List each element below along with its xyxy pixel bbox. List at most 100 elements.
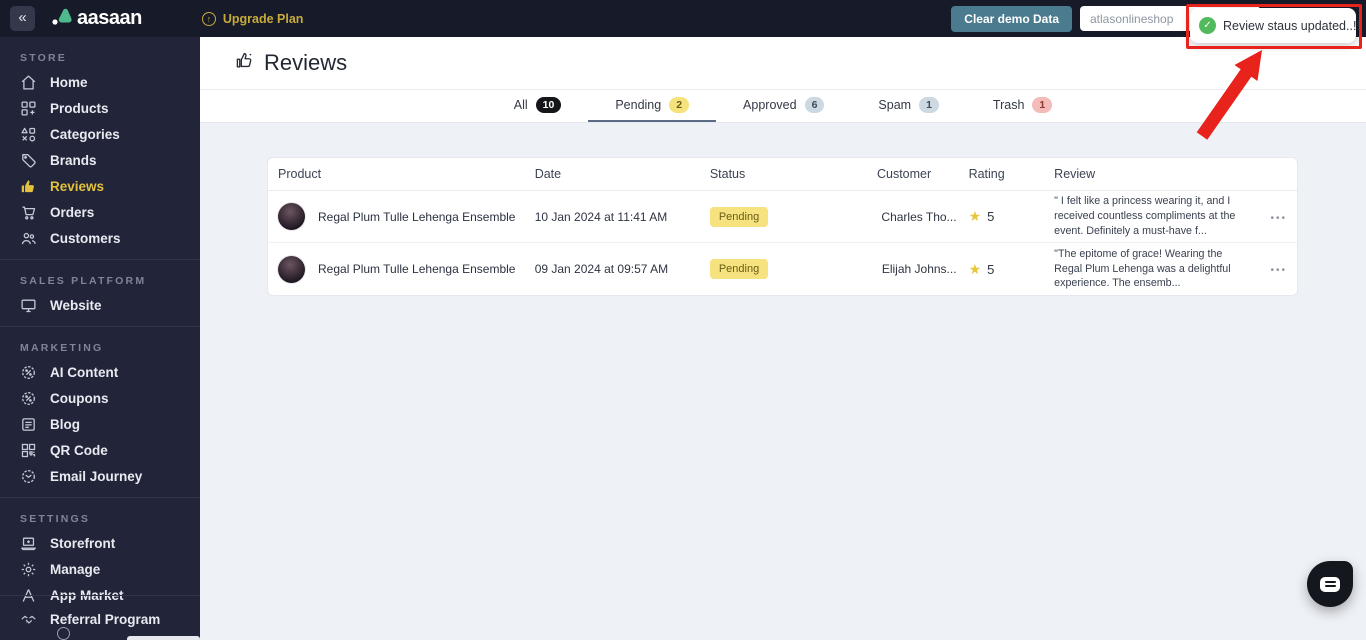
- sidebar-item-label: Referral Program: [50, 612, 160, 627]
- sidebar-collapse-button[interactable]: «: [10, 6, 35, 31]
- section-label: SETTINGS: [0, 504, 200, 530]
- column-header-date: Date: [535, 167, 710, 181]
- sidebar-item-brands[interactable]: Brands: [0, 147, 200, 173]
- upgrade-plan-button[interactable]: ↑ Upgrade Plan: [202, 12, 304, 26]
- top-bar: « aasaan ↑ Upgrade Plan Clear demo Data: [0, 0, 1366, 37]
- customers-icon: [20, 230, 37, 247]
- sidebar-item-qr-code[interactable]: QR Code: [0, 437, 200, 463]
- upgrade-label: Upgrade Plan: [223, 12, 304, 26]
- sidebar-item-coupons[interactable]: Coupons: [0, 385, 200, 411]
- sidebar-item-customers[interactable]: Customers: [0, 225, 200, 251]
- table-header-row: Product Date Status Customer Rating Revi…: [268, 158, 1297, 191]
- sidebar-item-blog[interactable]: Blog: [0, 411, 200, 437]
- tab-label: Pending: [615, 98, 661, 112]
- column-header-review: Review: [1054, 167, 1253, 181]
- product-name: Regal Plum Tulle Lehenga Ensemble: [318, 262, 515, 276]
- gear-icon: [20, 561, 37, 578]
- chat-widget-button[interactable]: [1307, 561, 1353, 607]
- sidebar-item-ai-content[interactable]: AI Content: [0, 359, 200, 385]
- sidebar-item-storefront[interactable]: Storefront: [0, 530, 200, 556]
- date-cell: 09 Jan 2024 at 09:57 AM: [535, 262, 710, 276]
- tab-count-badge: 10: [536, 97, 562, 113]
- sidebar-item-label: QR Code: [50, 443, 108, 458]
- sidebar-item-label: Orders: [50, 205, 94, 220]
- email-journey-icon: [20, 468, 37, 485]
- star-icon: ★: [969, 208, 982, 225]
- customer-cell: Charles Tho...: [877, 210, 969, 224]
- sidebar-item-label: AI Content: [50, 365, 118, 380]
- status-tabs: All 10 Pending 2 Approved 6 Spam 1 Trash…: [200, 90, 1366, 123]
- page-title: Reviews: [264, 50, 347, 76]
- main-content: Reviews All 10 Pending 2 Approved 6 Spam…: [200, 37, 1366, 640]
- star-icon: ★: [969, 261, 982, 278]
- sidebar-item-orders[interactable]: Orders: [0, 199, 200, 225]
- toast-message: Review staus updated..!!: [1223, 19, 1360, 33]
- partial-bottom-icon: [57, 627, 70, 640]
- sidebar-item-reviews[interactable]: Reviews: [0, 173, 200, 199]
- sidebar-section-sales-platform: SALES PLATFORM Website: [0, 259, 200, 326]
- review-cell: "The epitome of grace! Wearing the Regal…: [1054, 247, 1253, 292]
- tab-pending[interactable]: Pending 2: [588, 90, 716, 122]
- chat-icon: [1320, 577, 1340, 592]
- sidebar-item-referral-program[interactable]: Referral Program: [0, 606, 200, 632]
- sidebar-item-label: Reviews: [50, 179, 104, 194]
- toast-notification: ✓ Review staus updated..!!: [1190, 8, 1356, 43]
- row-actions-button[interactable]: •••: [1270, 265, 1287, 276]
- status-cell: Pending: [710, 207, 877, 227]
- status-badge: Pending: [710, 259, 768, 279]
- column-header-customer: Customer: [877, 167, 969, 181]
- home-icon: [20, 74, 37, 91]
- product-cell: Regal Plum Tulle Lehenga Ensemble: [278, 256, 535, 283]
- tab-approved[interactable]: Approved 6: [716, 90, 851, 122]
- status-cell: Pending: [710, 259, 877, 279]
- table-row: Regal Plum Tulle Lehenga Ensemble 09 Jan…: [268, 243, 1297, 295]
- rating-value: 5: [987, 209, 994, 224]
- tab-trash[interactable]: Trash 1: [966, 90, 1079, 122]
- sidebar-item-label: Manage: [50, 562, 100, 577]
- logo-icon: [50, 4, 74, 33]
- product-thumbnail: [278, 256, 305, 283]
- sidebar-item-label: Home: [50, 75, 88, 90]
- sidebar-item-manage[interactable]: Manage: [0, 556, 200, 582]
- ai-content-icon: [20, 364, 37, 381]
- customer-cell: Elijah Johns...: [877, 262, 969, 276]
- product-thumbnail: [278, 203, 305, 230]
- tab-count-badge: 1: [1032, 97, 1052, 113]
- monitor-icon: [20, 297, 37, 314]
- sidebar-item-products[interactable]: Products: [0, 95, 200, 121]
- tab-spam[interactable]: Spam 1: [851, 90, 966, 122]
- sidebar-footer: Referral Program: [0, 595, 200, 632]
- status-badge: Pending: [710, 207, 768, 227]
- sidebar-item-website[interactable]: Website: [0, 292, 200, 318]
- sidebar-item-label: Storefront: [50, 536, 115, 551]
- tab-all[interactable]: All 10: [487, 90, 589, 122]
- product-name: Regal Plum Tulle Lehenga Ensemble: [318, 210, 515, 224]
- success-check-icon: ✓: [1199, 17, 1216, 34]
- sidebar-item-label: Categories: [50, 127, 120, 142]
- products-icon: [20, 100, 37, 117]
- sidebar-item-home[interactable]: Home: [0, 69, 200, 95]
- sidebar: STORE Home Products Categories Brands Re…: [0, 37, 200, 640]
- actions-cell: •••: [1253, 260, 1287, 278]
- app-logo: aasaan: [50, 4, 142, 33]
- categories-icon: [20, 126, 37, 143]
- qr-code-icon: [20, 442, 37, 459]
- sidebar-item-email-journey[interactable]: Email Journey: [0, 463, 200, 489]
- tab-count-badge: 6: [805, 97, 825, 113]
- sidebar-item-label: Email Journey: [50, 469, 142, 484]
- sidebar-section-store: STORE Home Products Categories Brands Re…: [0, 37, 200, 259]
- tab-label: All: [514, 98, 528, 112]
- sidebar-item-label: Blog: [50, 417, 80, 432]
- column-header-status: Status: [710, 167, 877, 181]
- sidebar-item-categories[interactable]: Categories: [0, 121, 200, 147]
- table-row: Regal Plum Tulle Lehenga Ensemble 10 Jan…: [268, 191, 1297, 243]
- section-label: MARKETING: [0, 333, 200, 359]
- column-header-product: Product: [278, 167, 535, 181]
- rating-cell: ★ 5: [969, 208, 1055, 225]
- row-actions-button[interactable]: •••: [1270, 213, 1287, 224]
- storefront-icon: [20, 535, 37, 552]
- clear-demo-data-button[interactable]: Clear demo Data: [951, 6, 1072, 32]
- sidebar-item-label: Customers: [50, 231, 121, 246]
- tab-label: Approved: [743, 98, 797, 112]
- section-label: SALES PLATFORM: [0, 266, 200, 292]
